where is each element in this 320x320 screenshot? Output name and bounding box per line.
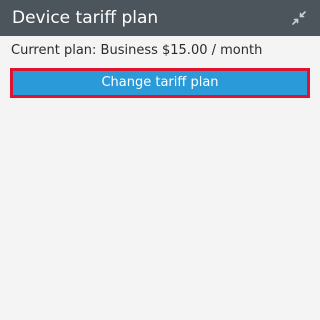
device-tariff-panel: Device tariff plan Current plan: Busines… <box>0 0 320 320</box>
collapse-arrows-icon[interactable] <box>290 9 308 27</box>
panel-title: Device tariff plan <box>12 8 159 28</box>
panel-header: Device tariff plan <box>0 0 320 36</box>
change-tariff-plan-button[interactable]: Change tariff plan <box>10 68 310 98</box>
panel-content: Current plan: Business $15.00 / month Ch… <box>0 36 320 320</box>
current-plan-text: Current plan: Business $15.00 / month <box>11 43 263 58</box>
